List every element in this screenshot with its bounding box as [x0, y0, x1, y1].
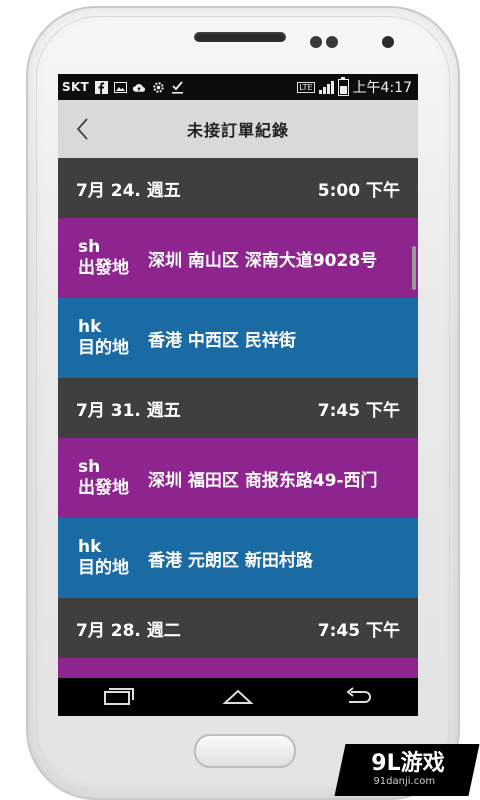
battery-icon [337, 76, 349, 96]
destination-row[interactable]: hk 目的地 香港 中西区 民祥街 [58, 298, 418, 378]
destination-label: 目的地 [78, 338, 129, 358]
origin-code: sh [78, 237, 101, 257]
back-button[interactable] [66, 112, 100, 146]
destination-code: hk [78, 537, 102, 557]
image-icon [113, 80, 127, 94]
order-list[interactable]: 7月 24. 週五 5:00 下午 sh 出發地 深圳 南山区 深南大道9028… [58, 158, 418, 678]
order-time: 7:45 下午 [317, 620, 400, 641]
app-header: 未接訂單紀錄 [58, 100, 418, 158]
navigation-bar [58, 678, 418, 716]
lte-indicator: LTE [297, 81, 315, 93]
destination-row[interactable]: hk 目的地 香港 元朗区 新田村路 [58, 518, 418, 598]
facebook-icon [94, 80, 108, 94]
back-icon [346, 687, 371, 703]
order-date-row: 7月 28. 週二 7:45 下午 [58, 598, 418, 658]
hardware-home-button[interactable] [194, 734, 296, 768]
signal-strength-icon [318, 80, 334, 94]
order-date-row: 7月 31. 週五 7:45 下午 [58, 378, 418, 438]
chevron-left-icon [76, 118, 88, 140]
cloud-upload-icon [132, 80, 146, 94]
origin-label: 出發地 [78, 258, 129, 278]
front-camera [382, 36, 394, 48]
order-time: 7:45 下午 [317, 400, 400, 421]
origin-label: 出發地 [78, 478, 129, 498]
order-item[interactable]: 7月 28. 週二 7:45 下午 [58, 598, 418, 678]
status-clock: 上午4:17 [352, 80, 412, 96]
origin-row[interactable]: sh 出發地 深圳 南山区 深南大道9028号 [58, 218, 418, 298]
status-bar: SKT LTE 上午4:17 [58, 74, 418, 100]
origin-address: 深圳 福田区 商报东路49-西门 [148, 470, 378, 491]
order-date-row: 7月 24. 週五 5:00 下午 [58, 158, 418, 218]
order-time: 5:00 下午 [317, 180, 400, 201]
order-date: 7月 31. 週五 [76, 400, 181, 421]
destination-address: 香港 元朗区 新田村路 [148, 550, 313, 571]
origin-row-partial[interactable] [58, 658, 418, 678]
origin-row[interactable]: sh 出發地 深圳 福田区 商报东路49-西门 [58, 438, 418, 518]
scrollbar[interactable] [412, 246, 416, 290]
settings-icon [151, 80, 165, 94]
order-date: 7月 24. 週五 [76, 180, 181, 201]
order-item[interactable]: 7月 24. 週五 5:00 下午 sh 出發地 深圳 南山区 深南大道9028… [58, 158, 418, 378]
destination-code: hk [78, 317, 102, 337]
home-icon [222, 689, 254, 704]
back-nav-button[interactable] [338, 682, 378, 712]
carrier-label: SKT [62, 80, 90, 94]
recent-apps-icon [104, 688, 134, 705]
watermark-text: 9L游戏 [371, 751, 445, 776]
destination-address: 香港 中西区 民祥街 [148, 330, 296, 351]
watermark-url: 91danji.com [373, 776, 436, 787]
order-item[interactable]: 7月 31. 週五 7:45 下午 sh 出發地 深圳 福田区 商报东路49-西… [58, 378, 418, 598]
destination-label: 目的地 [78, 558, 129, 578]
origin-address: 深圳 南山区 深南大道9028号 [148, 250, 378, 271]
origin-code: sh [78, 457, 101, 477]
page-title: 未接訂單紀錄 [186, 121, 289, 140]
proximity-sensor [310, 36, 322, 48]
phone-screen: SKT LTE 上午4:17 未接訂單紀錄 7月 24. 週五 5:00 下午 … [58, 74, 418, 716]
watermark-logo: 9L游戏 91danji.com [334, 744, 480, 796]
earpiece-speaker [194, 32, 286, 42]
recent-apps-button[interactable] [98, 682, 138, 712]
order-date: 7月 28. 週二 [76, 620, 181, 641]
light-sensor [326, 36, 338, 48]
download-done-icon [170, 80, 184, 94]
home-button[interactable] [218, 682, 258, 712]
